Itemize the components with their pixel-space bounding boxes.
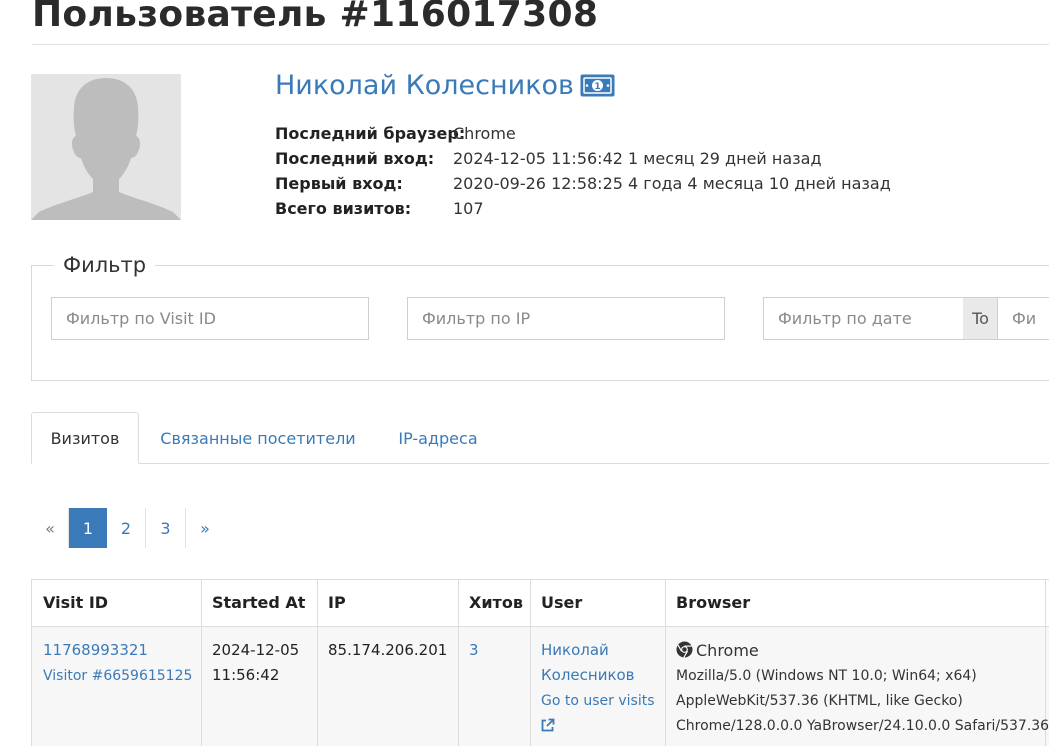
go-to-user-visits-link[interactable]: Go to user visits [541, 689, 655, 714]
user-name-first-link[interactable]: Николай [541, 638, 609, 663]
avatar [31, 74, 181, 220]
tab-visits[interactable]: Визитов [31, 412, 139, 464]
filter-legend: Фильтр [54, 253, 156, 277]
user-agent-line: Chrome/128.0.0.0 YaBrowser/24.10.0.0 Saf… [676, 718, 1049, 734]
column-header-user[interactable]: User [541, 593, 582, 612]
info-label: Всего визитов: [275, 199, 412, 218]
browser-name-text: Chrome [696, 641, 759, 660]
column-divider [458, 580, 459, 746]
tab-related-visitors[interactable]: Связанные посетители [139, 412, 377, 464]
started-at-time: 11:56:42 [212, 666, 280, 684]
pagination-next[interactable]: » [186, 508, 224, 548]
hits-link[interactable]: 3 [469, 638, 479, 663]
page-title: Пользователь #116017308 [32, 0, 599, 35]
pagination-prev[interactable]: « [32, 508, 69, 548]
info-value: 2024-12-05 11:56:42 1 месяц 29 дней наза… [453, 149, 822, 168]
started-at-date: 2024-12-05 [212, 641, 300, 659]
column-header-started-at[interactable]: Started At [212, 593, 305, 612]
date-from-filter-input[interactable] [763, 297, 964, 340]
chrome-icon [676, 641, 693, 658]
visit-id-link[interactable]: 11768993321 [43, 638, 148, 663]
pagination-page-1[interactable]: 1 [69, 508, 107, 548]
external-link-icon[interactable] [540, 718, 555, 733]
column-divider [665, 580, 666, 746]
info-value: Chrome [453, 124, 516, 143]
tab-ip-addresses[interactable]: IP-адреса [377, 412, 499, 464]
pagination: « 1 2 3 » [32, 508, 224, 548]
money-icon: 1 [580, 74, 615, 97]
visitor-link[interactable]: Visitor #6659615125 [43, 664, 192, 689]
pagination-page-2[interactable]: 2 [107, 508, 146, 548]
browser-name: Chrome [676, 638, 759, 663]
ip-filter-input[interactable] [407, 297, 725, 340]
user-name: Николай Колесников 1 [275, 70, 615, 101]
info-label: Последний браузер: [275, 124, 466, 143]
user-agent-line: Mozilla/5.0 (Windows NT 10.0; Win64; x64… [676, 668, 977, 684]
column-header-hits[interactable]: Хитов [469, 593, 523, 612]
date-range-to-label: To [963, 297, 998, 340]
user-agent-line: AppleWebKit/537.36 (KHTML, like Gecko) [676, 693, 963, 709]
info-label: Первый вход: [275, 174, 403, 193]
ip-value: 85.174.206.201 [328, 641, 448, 659]
title-divider [32, 44, 1049, 45]
info-value: 2020-09-26 12:58:25 4 года 4 месяца 10 д… [453, 174, 891, 193]
svg-text:1: 1 [594, 82, 600, 92]
info-value: 107 [453, 199, 484, 218]
column-header-browser[interactable]: Browser [676, 593, 750, 612]
visit-id-filter-input[interactable] [51, 297, 369, 340]
column-header-ip[interactable]: IP [328, 593, 346, 612]
user-silhouette-icon [31, 78, 181, 220]
date-to-filter-input[interactable] [997, 297, 1049, 340]
column-divider [201, 580, 202, 746]
info-label: Последний вход: [275, 149, 435, 168]
user-name-last-link[interactable]: Колесников [541, 663, 635, 688]
user-name-text: Николай Колесников [275, 70, 574, 101]
column-divider [317, 580, 318, 746]
pagination-page-3[interactable]: 3 [146, 508, 186, 548]
column-header-visit-id[interactable]: Visit ID [43, 593, 108, 612]
column-divider [530, 580, 531, 746]
